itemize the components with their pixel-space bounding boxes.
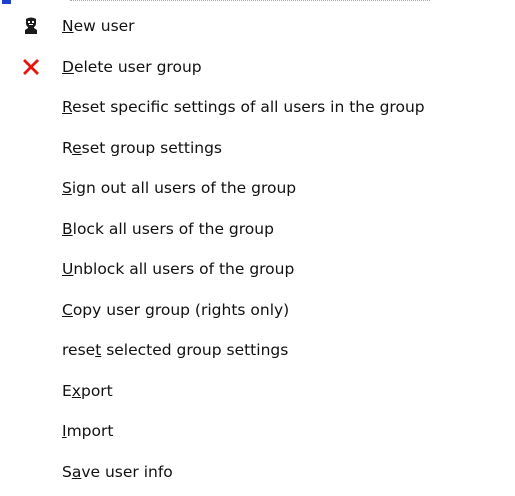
menu-item-label: Reset group settings [62,138,222,157]
menu-item-export[interactable]: Export [0,371,515,412]
menu-item-reset-specific-settings[interactable]: Reset specific settings of all users in … [0,87,515,128]
menu-item-import[interactable]: Import [0,411,515,452]
menu-item-label: Delete user group [62,57,202,76]
user-icon [21,16,41,36]
menu-item-label: Export [62,381,113,400]
menu-item-label: Copy user group (rights only) [62,300,290,319]
menu-item-label: Import [62,422,114,441]
menu-item-label: Block all users of the group [62,219,274,238]
context-menu: New user Delete user group Reset specifi… [0,6,515,496]
menu-item-label: New user [62,17,135,36]
menu-item-label: Sign out all users of the group [62,179,297,198]
menu-item-block-all-users[interactable]: Block all users of the group [0,209,515,250]
menu-item-new-user[interactable]: New user [0,6,515,47]
menu-item-delete-user-group[interactable]: Delete user group [0,47,515,88]
menu-item-reset-selected-group-settings[interactable]: reset selected group settings [0,330,515,371]
menu-item-label: Unblock all users of the group [62,260,295,279]
close-icon [21,57,41,77]
menu-item-reset-group-settings[interactable]: Reset group settings [0,128,515,169]
menu-item-label: Reset specific settings of all users in … [62,98,425,117]
menu-item-sign-out-all-users[interactable]: Sign out all users of the group [0,168,515,209]
menu-item-copy-user-group[interactable]: Copy user group (rights only) [0,290,515,331]
menu-item-label: Save user info [62,462,173,481]
menu-item-save-user-info[interactable]: Save user info [0,452,515,493]
menu-item-unblock-all-users[interactable]: Unblock all users of the group [0,249,515,290]
title-bar-fragment [2,0,11,4]
cut-off-text-fragments [70,0,430,5]
menu-item-label: reset selected group settings [62,341,289,360]
